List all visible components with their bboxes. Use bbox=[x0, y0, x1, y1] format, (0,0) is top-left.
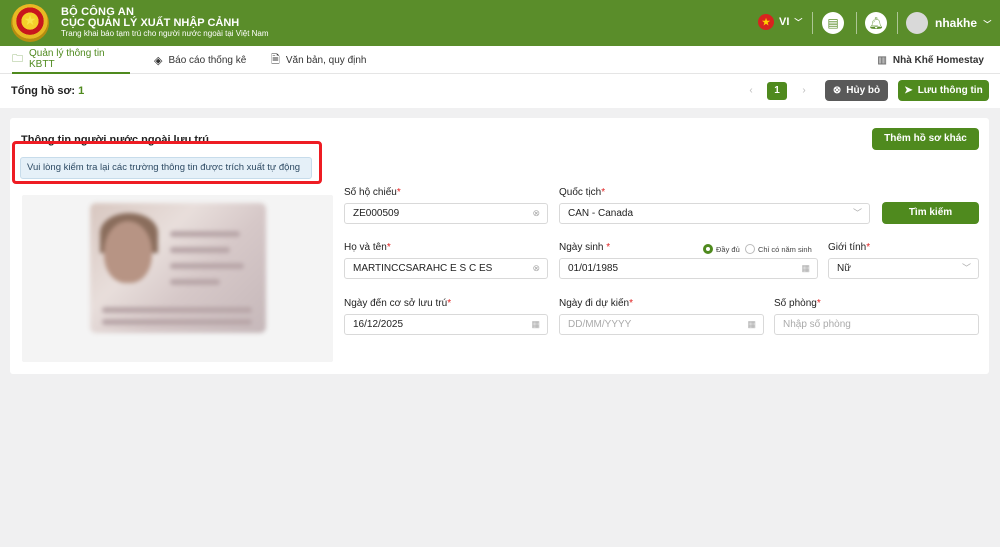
departure-label: Ngày đi dự kiến* bbox=[559, 298, 633, 309]
folder-icon: 🗀︎ bbox=[12, 52, 23, 65]
site-subtitle: Trang khai báo tạm trú cho người nước ng… bbox=[61, 29, 269, 38]
building-icon: ▥ bbox=[877, 54, 887, 66]
document-icon: 🗎︎ bbox=[271, 53, 280, 66]
gender-label: Giới tính* bbox=[828, 242, 871, 253]
add-profile-button[interactable]: Thêm hồ sơ khác bbox=[872, 128, 979, 150]
pagination-prev-icon[interactable]: ‹ bbox=[744, 82, 758, 100]
save-label: Lưu thông tin bbox=[917, 85, 983, 96]
passport-photo bbox=[90, 203, 266, 333]
chevron-down-icon: ﹀ bbox=[961, 263, 971, 273]
close-circle-icon: ⊗ bbox=[832, 85, 842, 96]
arrival-value: 16/12/2025 bbox=[353, 319, 404, 330]
chevron-down-icon: ﹀ bbox=[983, 20, 992, 29]
header-divider bbox=[812, 12, 813, 34]
nationality-select[interactable]: CAN - Canada ﹀ bbox=[559, 203, 870, 224]
fullname-label: Họ và tên* bbox=[344, 242, 391, 253]
clear-icon[interactable]: ⊗ bbox=[532, 204, 540, 223]
fullname-value: MARTINCCSARAHC E S C ES bbox=[353, 263, 493, 274]
birthdate-input[interactable]: 01/01/1985 ▦ bbox=[559, 258, 818, 279]
tab-label: Báo cáo thống kê bbox=[168, 54, 247, 66]
username: nhakhe bbox=[935, 16, 978, 30]
cancel-button[interactable]: ⊗ Hủy bỏ bbox=[825, 80, 888, 101]
chevron-down-icon: ﹀ bbox=[852, 208, 862, 218]
layers-icon: ◈ bbox=[154, 54, 163, 67]
birthdate-full-radio[interactable]: Đầy đủ bbox=[703, 244, 740, 254]
header-divider bbox=[897, 12, 898, 34]
records-toolbar: Tổng hồ sơ: 1 ‹ 1 › ⊗ Hủy bỏ ➤ Lưu thông… bbox=[0, 74, 1000, 108]
chevron-down-icon: ﹀ bbox=[794, 17, 803, 27]
passport-label: Số hộ chiếu* bbox=[344, 187, 401, 198]
language-code: VI bbox=[779, 16, 790, 28]
auto-extract-notice: Vui lòng kiểm tra lại các trường thông t… bbox=[20, 157, 312, 179]
calendar-icon[interactable]: ▦ bbox=[747, 315, 756, 334]
save-button[interactable]: ➤ Lưu thông tin bbox=[898, 80, 989, 101]
fullname-input[interactable]: MARTINCCSARAHC E S C ES ⊗ bbox=[344, 258, 548, 279]
gender-select[interactable]: Nữ ﹀ bbox=[828, 258, 979, 279]
pagination-page[interactable]: 1 bbox=[767, 82, 787, 100]
departure-placeholder: DD/MM/YYYY bbox=[568, 319, 632, 330]
birthdate-label: Ngày sinh * bbox=[559, 242, 611, 253]
tab-quan-ly-kbtt[interactable]: 🗀︎ Quản lý thông tin KBTT bbox=[12, 46, 130, 74]
send-icon: ➤ bbox=[904, 85, 913, 96]
calendar-icon[interactable]: ▦ bbox=[531, 315, 540, 334]
radio-label: Chỉ có năm sinh bbox=[758, 244, 812, 254]
passport-image-panel bbox=[22, 195, 333, 362]
total-value: 1 bbox=[78, 85, 85, 97]
birthdate-value: 01/01/1985 bbox=[568, 263, 619, 274]
birthdate-year-only-radio[interactable]: Chỉ có năm sinh bbox=[745, 244, 812, 254]
user-menu[interactable]: nhakhe ﹀ bbox=[935, 16, 991, 30]
radio-label: Đầy đủ bbox=[716, 244, 740, 254]
guest-info-card: Thông tin người nước ngoài lưu trú Thêm … bbox=[10, 118, 989, 374]
tab-van-ban-quy-dinh[interactable]: 🗎︎ Văn bản, quy định bbox=[271, 46, 366, 74]
nationality-label: Quốc tịch* bbox=[559, 187, 606, 198]
clear-icon[interactable]: ⊗ bbox=[532, 259, 540, 278]
guide-book-icon[interactable]: ▤ bbox=[822, 12, 844, 34]
total-records: Tổng hồ sơ: 1 bbox=[11, 85, 84, 97]
arrival-label: Ngày đến cơ sở lưu trú* bbox=[344, 298, 452, 309]
pagination-next-icon[interactable]: › bbox=[797, 82, 811, 100]
homestay-name: ▥ Nhà Khế Homestay bbox=[877, 46, 984, 74]
app-header: ★ BỘ CÔNG AN CỤC QUẢN LÝ XUẤT NHẬP CẢNH … bbox=[0, 0, 1000, 46]
radio-unselected-icon bbox=[745, 244, 755, 254]
calendar-icon[interactable]: ▦ bbox=[801, 259, 810, 278]
police-emblem-logo: ★ bbox=[11, 4, 49, 42]
language-selector[interactable]: ★ VI ﹀ bbox=[758, 14, 802, 30]
nationality-value: CAN - Canada bbox=[568, 208, 634, 219]
notification-bell-icon[interactable]: 🔔︎ bbox=[865, 12, 887, 34]
room-label: Số phòng* bbox=[774, 298, 821, 309]
homestay-label: Nhà Khế Homestay bbox=[892, 54, 984, 66]
departure-date-input[interactable]: DD/MM/YYYY ▦ bbox=[559, 314, 764, 335]
tab-label: Văn bản, quy định bbox=[285, 54, 367, 66]
passport-input[interactable]: ZE000509 ⊗ bbox=[344, 203, 548, 224]
arrival-date-input[interactable]: 16/12/2025 ▦ bbox=[344, 314, 548, 335]
cancel-label: Hủy bỏ bbox=[846, 85, 881, 96]
tab-bao-cao-thong-ke[interactable]: ◈ Báo cáo thống kê bbox=[154, 46, 246, 74]
room-input[interactable]: Nhập số phòng bbox=[774, 314, 979, 335]
gender-value: Nữ bbox=[837, 263, 851, 274]
vietnam-flag-icon: ★ bbox=[758, 14, 774, 30]
passport-value: ZE000509 bbox=[353, 208, 400, 219]
radio-selected-icon bbox=[703, 244, 713, 254]
total-label: Tổng hồ sơ: bbox=[11, 85, 76, 97]
header-divider bbox=[856, 12, 857, 34]
org-name-line2: CỤC QUẢN LÝ XUẤT NHẬP CẢNH bbox=[61, 17, 240, 29]
tab-label: Quản lý thông tin KBTT bbox=[29, 48, 105, 70]
user-avatar[interactable] bbox=[906, 12, 928, 34]
search-button[interactable]: Tìm kiếm bbox=[882, 202, 979, 224]
room-placeholder: Nhập số phòng bbox=[783, 319, 851, 330]
main-nav: 🗀︎ Quản lý thông tin KBTT ◈ Báo cáo thốn… bbox=[0, 46, 1000, 74]
